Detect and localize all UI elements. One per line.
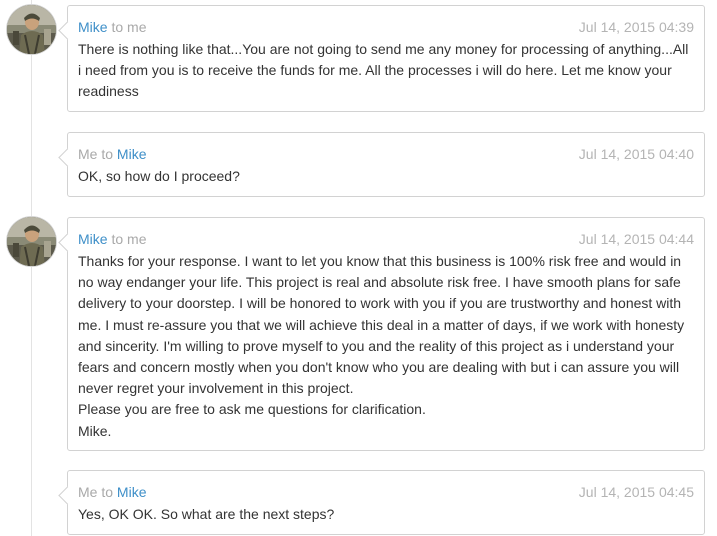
sender-name: Me: [78, 484, 98, 500]
message-body: OK, so how do I proceed?: [78, 168, 240, 184]
message-date: Jul 14, 2015 04:45: [578, 484, 694, 500]
avatar-photo-icon: [7, 217, 56, 266]
sender-avatar[interactable]: [7, 5, 56, 54]
message-header: Me to Mike Jul 14, 2015 04:45: [78, 483, 694, 501]
recipient-name: me: [127, 19, 147, 35]
message-body: There is nothing like that...You are not…: [78, 41, 689, 100]
message-card[interactable]: Mike to me Jul 14, 2015 04:44 Thanks for…: [67, 217, 705, 451]
message-card[interactable]: Me to Mike Jul 14, 2015 04:40 OK, so how…: [67, 132, 705, 197]
connector-text: to: [101, 146, 114, 162]
message-thread: Mike to me Jul 14, 2015 04:39 There is n…: [0, 0, 717, 536]
message-card[interactable]: Me to Mike Jul 14, 2015 04:45 Yes, OK OK…: [67, 470, 705, 535]
connector-text: to: [101, 484, 114, 500]
message-header: Me to Mike Jul 14, 2015 04:40: [78, 145, 694, 163]
recipient-name: me: [127, 231, 147, 247]
message-header: Mike to me Jul 14, 2015 04:39: [78, 18, 694, 36]
thread-timeline: [31, 0, 32, 536]
message-date: Jul 14, 2015 04:44: [578, 231, 694, 247]
message-participants: Mike to me: [78, 18, 146, 36]
message-date: Jul 14, 2015 04:40: [578, 146, 694, 162]
message-participants: Mike to me: [78, 230, 146, 248]
sender-avatar[interactable]: [7, 217, 56, 266]
message-participants: Me to Mike: [78, 145, 146, 163]
connector-text: to: [111, 19, 124, 35]
avatar-photo-icon: [7, 5, 56, 54]
sender-name[interactable]: Mike: [78, 19, 108, 35]
message-participants: Me to Mike: [78, 483, 146, 501]
recipient-name[interactable]: Mike: [117, 146, 147, 162]
message-date: Jul 14, 2015 04:39: [578, 19, 694, 35]
connector-text: to: [111, 231, 124, 247]
message-body: Yes, OK OK. So what are the next steps?: [78, 506, 335, 522]
message-body: Thanks for your response. I want to let …: [78, 253, 685, 439]
sender-name[interactable]: Mike: [78, 231, 108, 247]
recipient-name[interactable]: Mike: [117, 484, 147, 500]
message-card[interactable]: Mike to me Jul 14, 2015 04:39 There is n…: [67, 5, 705, 112]
message-header: Mike to me Jul 14, 2015 04:44: [78, 230, 694, 248]
sender-name: Me: [78, 146, 98, 162]
